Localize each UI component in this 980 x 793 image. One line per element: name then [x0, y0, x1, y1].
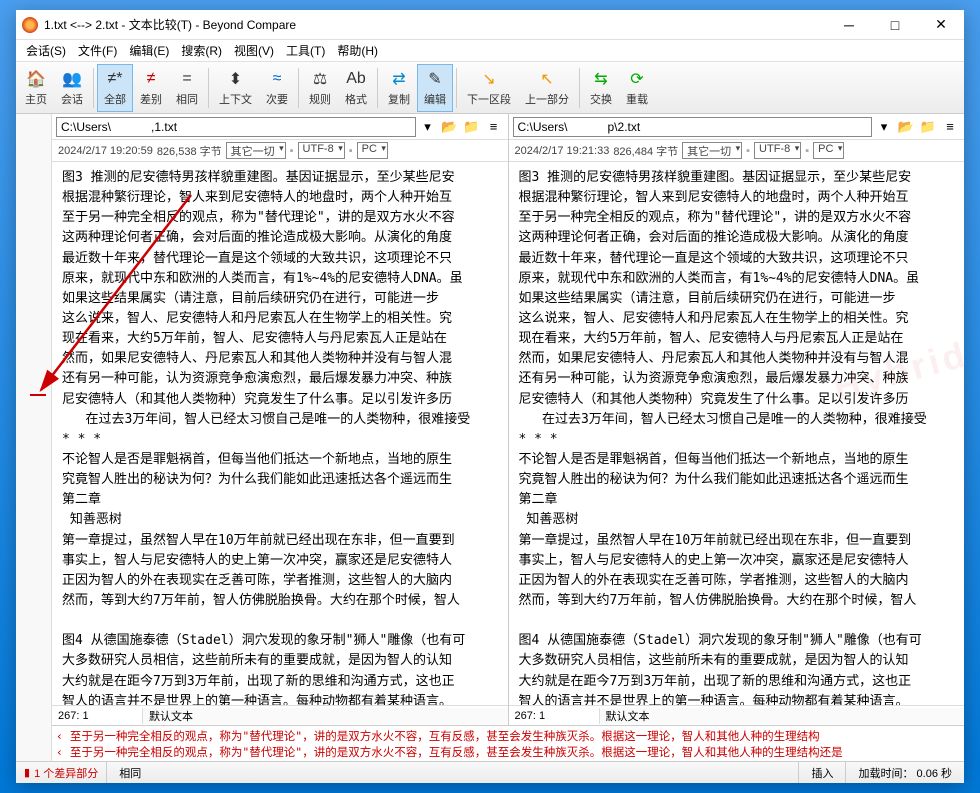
left-text-body[interactable]: 图3 推测的尼安德特男孩样貌重建图。基因证据显示，至少某些尼安 根据混种繁衍理论…: [52, 162, 508, 705]
minor-icon: ≈: [267, 69, 287, 89]
home-icon: 🏠: [26, 69, 46, 89]
right-date: 2024/2/17 19:21:33: [515, 145, 610, 157]
titlebar[interactable]: 1.txt <--> 2.txt - 文本比较(T) - Beyond Comp…: [16, 10, 964, 40]
diff-detail-strip: ‹ 至于另一种完全相反的观点，称为"替代理论"，讲的是双方水火不容，互有反感，甚…: [52, 725, 964, 761]
statusbar: ▮1 个差异部分 相同 插入 加载时间： 0.06 秒: [16, 761, 964, 783]
same-button[interactable]: =相同: [169, 64, 205, 112]
minimize-button[interactable]: ─: [826, 10, 872, 40]
status-same: 相同: [106, 762, 798, 783]
rules-icon: ⚖: [310, 69, 330, 89]
format-icon: Ab: [346, 69, 366, 89]
minor-button[interactable]: ≈次要: [259, 64, 295, 112]
menu-view[interactable]: 视图(V): [228, 40, 280, 61]
browse-icon[interactable]: 📂: [896, 117, 916, 137]
session-button[interactable]: 👥会话: [54, 64, 90, 112]
left-side-select[interactable]: PC: [357, 142, 388, 159]
swap-button[interactable]: ⇆交换: [583, 64, 619, 112]
session-icon: 👥: [62, 69, 82, 89]
copy-icon: ⇄: [389, 69, 409, 89]
status-insert: 插入: [798, 762, 845, 783]
menu-icon[interactable]: ≡: [940, 117, 960, 137]
right-other-select[interactable]: 其它一切: [682, 142, 742, 159]
app-icon: [22, 17, 38, 33]
status-loadtime: 加载时间： 0.06 秒: [845, 762, 964, 783]
context-icon: ⬍: [226, 69, 246, 89]
right-mode: 默认文本: [599, 708, 965, 724]
window-title: 1.txt <--> 2.txt - 文本比较(T) - Beyond Comp…: [44, 16, 826, 33]
diff-marker: [30, 394, 46, 396]
right-encoding-select[interactable]: UTF-8: [754, 142, 801, 159]
format-button[interactable]: Ab格式: [338, 64, 374, 112]
prev-part-button[interactable]: ↖上一部分: [518, 64, 576, 112]
menu-search[interactable]: 搜索(R): [175, 40, 228, 61]
menu-file[interactable]: 文件(F): [72, 40, 123, 61]
left-pane: ▾ 📂 📁 ≡ 2024/2/17 19:20:59 826,538 字节 其它…: [52, 114, 509, 725]
swap-icon: ⇆: [591, 69, 611, 89]
right-position: 267: 1: [509, 710, 599, 722]
menu-help[interactable]: 帮助(H): [331, 40, 384, 61]
edit-button[interactable]: ✎编辑: [417, 64, 453, 112]
thumbnail-gutter[interactable]: [16, 114, 52, 761]
not-equal-icon: ≠*: [105, 69, 125, 89]
diff-line-2: ‹ 至于另一种完全相反的观点，称为"替代理论"，讲的是双方水火不容，互有反感，甚…: [56, 744, 960, 760]
menu-session[interactable]: 会话(S): [20, 40, 72, 61]
right-side-select[interactable]: PC: [813, 142, 844, 159]
right-pane: ▾ 📂 📁 ≡ 2024/2/17 19:21:33 826,484 字节 其它…: [509, 114, 965, 725]
toolbar: 🏠主页 👥会话 ≠*全部 ≠差别 =相同 ⬍上下文 ≈次要 ⚖规则 Ab格式 ⇄…: [16, 62, 964, 114]
equal-icon: =: [177, 69, 197, 89]
status-diff-count: ▮1 个差异部分: [16, 765, 106, 781]
left-path-input[interactable]: [56, 117, 416, 137]
close-button[interactable]: ✕: [918, 10, 964, 40]
right-size: 826,484 字节: [613, 143, 678, 159]
reload-button[interactable]: ⟳重载: [619, 64, 655, 112]
context-button[interactable]: ⬍上下文: [212, 64, 259, 112]
edit-icon: ✎: [425, 69, 445, 89]
left-other-select[interactable]: 其它一切: [226, 142, 286, 159]
left-encoding-select[interactable]: UTF-8: [298, 142, 345, 159]
menubar: 会话(S) 文件(F) 编辑(E) 搜索(R) 视图(V) 工具(T) 帮助(H…: [16, 40, 964, 62]
home-button[interactable]: 🏠主页: [18, 64, 54, 112]
menu-icon[interactable]: ≡: [484, 117, 504, 137]
arrow-down-icon: ↘: [479, 69, 499, 89]
copy-button[interactable]: ⇄复制: [381, 64, 417, 112]
reload-icon: ⟳: [627, 69, 647, 89]
diff-icon: ≠: [141, 69, 161, 89]
rules-button[interactable]: ⚖规则: [302, 64, 338, 112]
open-icon[interactable]: 📁: [918, 117, 938, 137]
left-position: 267: 1: [52, 710, 142, 722]
app-window: 1.txt <--> 2.txt - 文本比较(T) - Beyond Comp…: [16, 10, 964, 783]
left-size: 826,538 字节: [157, 143, 222, 159]
arrow-up-icon: ↖: [537, 69, 557, 89]
left-date: 2024/2/17 19:20:59: [58, 145, 153, 157]
diff-button[interactable]: ≠差别: [133, 64, 169, 112]
diff-line-1: ‹ 至于另一种完全相反的观点，称为"替代理论"，讲的是双方水火不容，互有反感，甚…: [56, 728, 960, 744]
maximize-button[interactable]: □: [872, 10, 918, 40]
right-path-input[interactable]: [513, 117, 873, 137]
right-text-body[interactable]: 图3 推测的尼安德特男孩样貌重建图。基因证据显示，至少某些尼安 根据混种繁衍理论…: [509, 162, 965, 705]
menu-edit[interactable]: 编辑(E): [123, 40, 175, 61]
left-mode: 默认文本: [142, 708, 508, 724]
dropdown-icon[interactable]: ▾: [874, 117, 894, 137]
open-icon[interactable]: 📁: [462, 117, 482, 137]
all-button[interactable]: ≠*全部: [97, 64, 133, 112]
menu-tools[interactable]: 工具(T): [280, 40, 331, 61]
next-diff-button[interactable]: ↘下一区段: [460, 64, 518, 112]
browse-icon[interactable]: 📂: [440, 117, 460, 137]
dropdown-icon[interactable]: ▾: [418, 117, 438, 137]
